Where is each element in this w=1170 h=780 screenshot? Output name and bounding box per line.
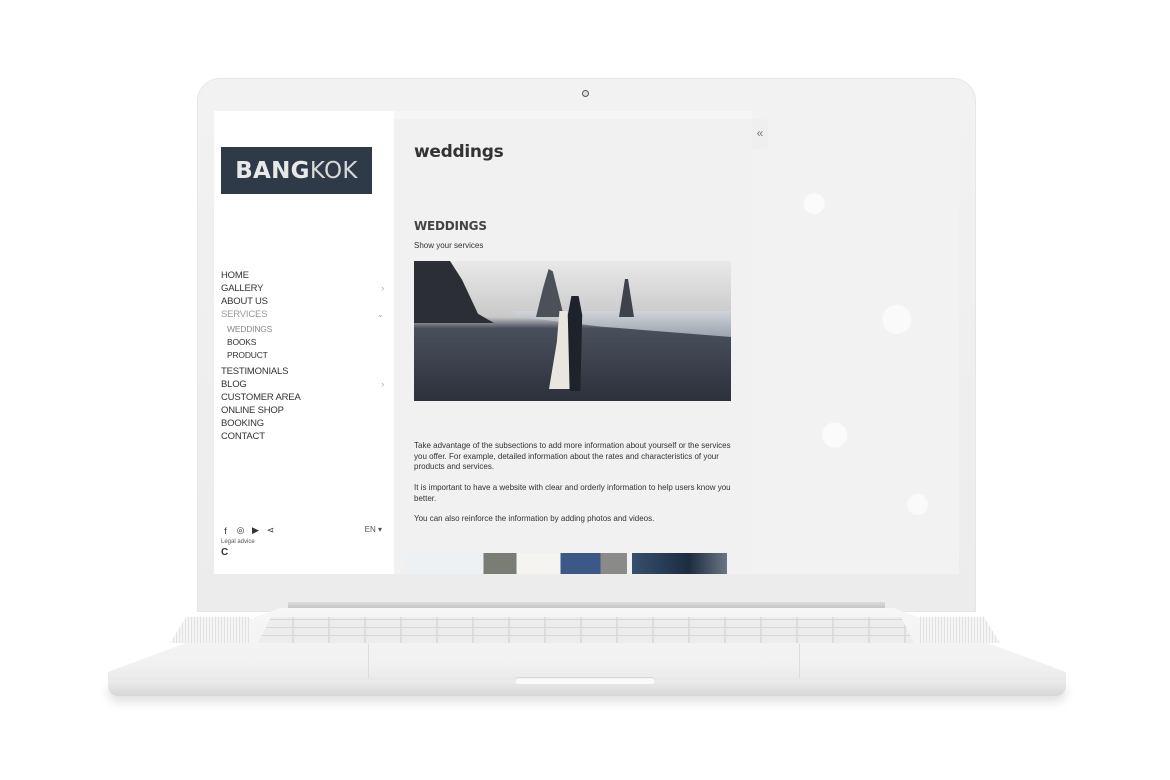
wedding-hero-image xyxy=(414,261,731,401)
nav-item-customer-area[interactable]: CUSTOMER AREA xyxy=(221,391,384,404)
speaker-grille-right xyxy=(920,617,1000,643)
content-panel: weddings WEDDINGS Show your services Tak… xyxy=(394,119,752,574)
nav-item-testimonials[interactable]: TESTIMONIALS xyxy=(221,365,384,378)
keyboard xyxy=(258,617,914,643)
nav-item-contact[interactable]: CONTACT xyxy=(221,430,384,443)
image-cliff xyxy=(414,261,494,323)
nav-label: CONTACT xyxy=(221,431,265,442)
nav-item-online-shop[interactable]: ONLINE SHOP xyxy=(221,404,384,417)
nav-label: BLOG xyxy=(221,379,247,390)
nav-item-about-us[interactable]: ABOUT US xyxy=(221,295,384,308)
nav-label: BOOKING xyxy=(221,418,264,429)
nav-label: HOME xyxy=(221,270,249,281)
nav-item-services[interactable]: SERVICES ⌄ xyxy=(221,308,384,321)
chevron-right-icon[interactable]: › xyxy=(381,378,384,391)
chevron-right-icon[interactable]: › xyxy=(381,282,384,295)
camera-icon xyxy=(582,90,589,97)
speaker-grille-left xyxy=(170,617,250,643)
nav-label: TESTIMONIALS xyxy=(221,366,289,377)
facebook-icon[interactable]: f xyxy=(221,526,230,536)
nav-item-gallery[interactable]: GALLERY › xyxy=(221,282,384,295)
section-subtitle: Show your services xyxy=(414,241,484,250)
paragraph: You can also reinforce the information b… xyxy=(414,514,655,523)
image-sea-stack xyxy=(619,279,634,317)
paragraph: It is important to have a website with c… xyxy=(414,483,731,503)
nav-item-blog[interactable]: BLOG › xyxy=(221,378,384,391)
sidebar-footer: f ◎ ▶ ⋖ EN ▾ Legal advice C xyxy=(221,525,384,558)
collapse-panel-button[interactable]: « xyxy=(752,119,768,149)
social-links: f ◎ ▶ ⋖ xyxy=(221,525,384,536)
nav-label: CUSTOMER AREA xyxy=(221,392,301,403)
language-selector[interactable]: EN ▾ xyxy=(365,525,382,534)
brand-c-icon[interactable]: C xyxy=(221,547,384,558)
share-icon[interactable]: ⋖ xyxy=(266,525,275,536)
gallery-thumbnail[interactable] xyxy=(406,553,627,574)
page-title: weddings xyxy=(414,142,504,162)
trackpad xyxy=(368,644,800,678)
section-title: WEDDINGS xyxy=(414,219,487,233)
site-logo[interactable]: BANG KOK xyxy=(221,147,372,194)
paragraph: Take advantage of the subsections to add… xyxy=(414,441,731,471)
logo-bold-text: BANG xyxy=(235,157,310,184)
nav-label: ONLINE SHOP xyxy=(221,405,284,416)
nav-item-home[interactable]: HOME xyxy=(221,269,384,282)
legal-advice-link[interactable]: Legal advice xyxy=(221,539,384,545)
laptop-screen: BANG KOK HOME GALLERY › ABOUT US SERVICES ⌄… xyxy=(214,111,959,574)
gallery-thumbnail[interactable] xyxy=(632,553,727,574)
floral-background xyxy=(752,111,959,574)
sidebar: BANG KOK HOME GALLERY › ABOUT US SERVICES ⌄… xyxy=(214,111,394,574)
youtube-icon[interactable]: ▶ xyxy=(251,525,260,536)
nav-label: GALLERY xyxy=(221,283,264,294)
logo-light-text: KOK xyxy=(309,157,358,184)
services-submenu: WEDDINGS BOOKS PRODUCT xyxy=(221,321,384,365)
subnav-item-weddings[interactable]: WEDDINGS xyxy=(227,323,384,336)
main-nav: HOME GALLERY › ABOUT US SERVICES ⌄ WEDDING… xyxy=(221,269,384,443)
gallery-thumbnails xyxy=(406,553,739,574)
subnav-item-product[interactable]: PRODUCT xyxy=(227,349,384,362)
nav-label: ABOUT US xyxy=(221,296,268,307)
image-sea-stack xyxy=(536,269,564,317)
subnav-item-books[interactable]: BOOKS xyxy=(227,336,384,349)
laptop-opening-notch xyxy=(515,677,655,684)
instagram-icon[interactable]: ◎ xyxy=(236,525,245,536)
chevron-down-icon[interactable]: ⌄ xyxy=(377,308,385,321)
nav-item-booking[interactable]: BOOKING xyxy=(221,417,384,430)
nav-label: SERVICES xyxy=(221,309,268,320)
